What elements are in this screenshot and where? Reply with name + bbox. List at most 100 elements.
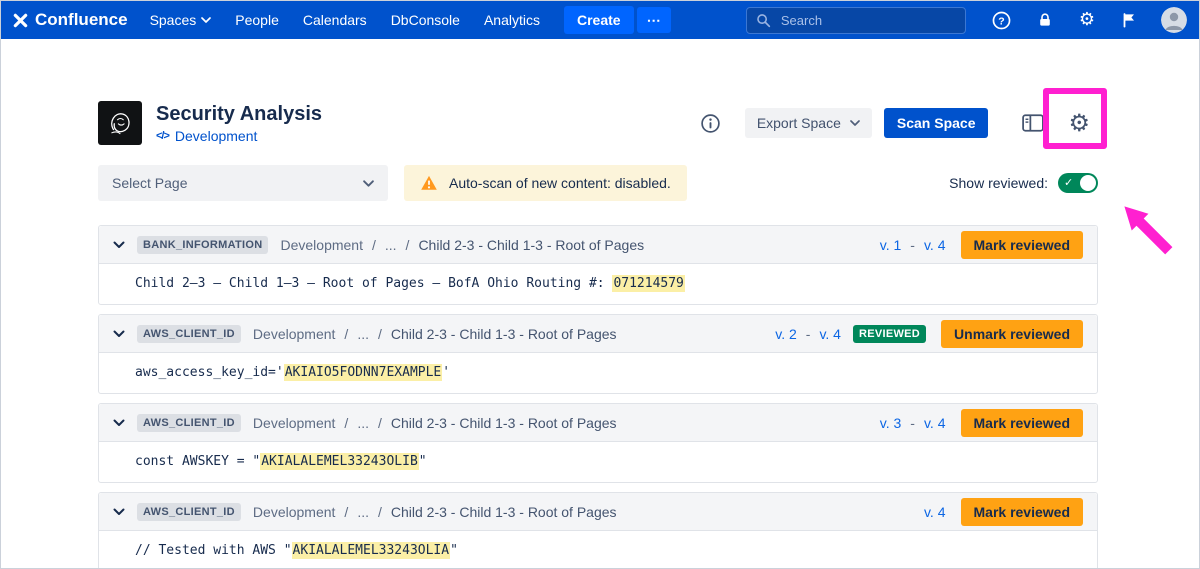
nav-item-dbconsole[interactable]: DbConsole bbox=[391, 12, 460, 28]
space-subtitle: </> Development bbox=[156, 128, 322, 144]
gear-glyph: ⚙ bbox=[1079, 11, 1095, 29]
version-to-link[interactable]: v. 4 bbox=[819, 326, 841, 342]
code-text: ' bbox=[442, 365, 450, 380]
nav-item-calendars[interactable]: Calendars bbox=[303, 12, 367, 28]
finding-type-badge: AWS_CLIENT_ID bbox=[137, 325, 241, 343]
show-reviewed-toggle[interactable]: ✓ bbox=[1058, 173, 1098, 193]
unmark-reviewed-button[interactable]: Unmark reviewed bbox=[941, 320, 1083, 348]
finding-type-badge: AWS_CLIENT_ID bbox=[137, 414, 241, 432]
highlighted-secret: AKIALALEMEL33243OLIA bbox=[292, 542, 451, 559]
breadcrumb-space-link[interactable]: Development bbox=[280, 237, 363, 253]
more-button[interactable]: ⋯ bbox=[637, 7, 671, 33]
breadcrumb-space-link[interactable]: Development bbox=[253, 415, 336, 431]
chevron-down-icon[interactable] bbox=[113, 508, 125, 516]
breadcrumb-page-link[interactable]: Child 2-3 - Child 1-3 - Root of Pages bbox=[391, 415, 617, 431]
chevron-down-icon bbox=[201, 17, 211, 23]
space-avatar[interactable] bbox=[98, 101, 142, 145]
confluence-home-link[interactable]: Confluence bbox=[13, 10, 128, 30]
breadcrumb-separator: / bbox=[378, 504, 382, 520]
show-reviewed-label: Show reviewed: bbox=[949, 175, 1048, 191]
space-link[interactable]: Development bbox=[175, 128, 258, 144]
mark-reviewed-button[interactable]: Mark reviewed bbox=[961, 231, 1084, 259]
finding-code: // Tested with AWS "AKIALALEMEL33243OLIA… bbox=[99, 531, 1097, 569]
breadcrumb-ellipsis[interactable]: ... bbox=[357, 504, 369, 520]
finding-actions: v. 2 - v. 4 REVIEWED Unmark reviewed bbox=[775, 320, 1083, 348]
version-from-link[interactable]: v. 1 bbox=[880, 237, 902, 253]
breadcrumb-ellipsis[interactable]: ... bbox=[357, 415, 369, 431]
highlighted-secret: AKIALALEMEL33243OLIB bbox=[260, 453, 419, 470]
help-icon[interactable]: ? bbox=[992, 11, 1011, 30]
breadcrumb: Development / ... / Child 2-3 - Child 1-… bbox=[253, 326, 617, 342]
finding-header: BANK_INFORMATION Development / ... / Chi… bbox=[99, 226, 1097, 264]
chevron-down-icon bbox=[850, 120, 860, 126]
chevron-down-icon[interactable] bbox=[113, 330, 125, 338]
highlighted-secret: 071214579 bbox=[612, 275, 684, 292]
reviewed-badge: REVIEWED bbox=[853, 325, 926, 343]
page-title: Security Analysis bbox=[156, 103, 322, 125]
breadcrumb-space-link[interactable]: Development bbox=[253, 504, 336, 520]
search-input[interactable] bbox=[779, 12, 956, 29]
breadcrumb: Development / ... / Child 2-3 - Child 1-… bbox=[280, 237, 644, 253]
avatar[interactable] bbox=[1161, 7, 1187, 33]
chevron-down-icon[interactable] bbox=[113, 419, 125, 427]
findings-list: BANK_INFORMATION Development / ... / Chi… bbox=[98, 225, 1098, 569]
nav-item-spaces[interactable]: Spaces bbox=[150, 12, 212, 28]
space-actions: Export Space Scan Space ⚙ bbox=[700, 108, 1098, 138]
mark-reviewed-button[interactable]: Mark reviewed bbox=[961, 498, 1084, 526]
toggle-knob bbox=[1080, 175, 1096, 191]
code-text: const AWSKEY = " bbox=[135, 454, 260, 469]
scan-space-button[interactable]: Scan Space bbox=[884, 108, 989, 138]
code-icon: </> bbox=[156, 130, 169, 142]
finding-card: AWS_CLIENT_ID Development / ... / Child … bbox=[98, 492, 1098, 569]
breadcrumb-ellipsis[interactable]: ... bbox=[357, 326, 369, 342]
nav-right: ? ⚙ bbox=[746, 7, 1187, 34]
finding-card: BANK_INFORMATION Development / ... / Chi… bbox=[98, 225, 1098, 305]
lock-icon[interactable] bbox=[1037, 12, 1053, 28]
breadcrumb-page-link[interactable]: Child 2-3 - Child 1-3 - Root of Pages bbox=[391, 326, 617, 342]
breadcrumb-separator: / bbox=[378, 326, 382, 342]
toolbar-row: Select Page Auto-scan of new content: di… bbox=[98, 165, 1098, 201]
version-from-link[interactable]: v. 3 bbox=[880, 415, 902, 431]
confluence-logo-icon bbox=[13, 13, 28, 28]
finding-header: AWS_CLIENT_ID Development / ... / Child … bbox=[99, 493, 1097, 531]
mark-reviewed-button[interactable]: Mark reviewed bbox=[961, 409, 1084, 437]
version-to-link[interactable]: v. 4 bbox=[924, 504, 946, 520]
finding-card: AWS_CLIENT_ID Development / ... / Child … bbox=[98, 314, 1098, 394]
nav-item-people[interactable]: People bbox=[235, 12, 279, 28]
breadcrumb: Development / ... / Child 2-3 - Child 1-… bbox=[253, 415, 617, 431]
breadcrumb-page-link[interactable]: Child 2-3 - Child 1-3 - Root of Pages bbox=[418, 237, 644, 253]
code-text: " bbox=[419, 454, 427, 469]
nav-item-analytics[interactable]: Analytics bbox=[484, 12, 540, 28]
nav-item-label: Spaces bbox=[150, 12, 197, 28]
finding-type-badge: BANK_INFORMATION bbox=[137, 236, 268, 254]
chevron-down-icon[interactable] bbox=[113, 241, 125, 249]
space-settings-gear-icon[interactable]: ⚙ bbox=[1068, 111, 1090, 135]
flag-icon[interactable] bbox=[1121, 12, 1137, 28]
finding-code: aws_access_key_id='AKIAIO5FODNN7EXAMPLE' bbox=[99, 353, 1097, 393]
search-box bbox=[746, 7, 966, 34]
highlighted-secret: AKIAIO5FODNN7EXAMPLE bbox=[284, 364, 443, 381]
version-dash: - bbox=[910, 237, 915, 253]
finding-actions: v. 1 - v. 4 Mark reviewed bbox=[880, 231, 1083, 259]
breadcrumb-separator: / bbox=[344, 415, 348, 431]
version-to-link[interactable]: v. 4 bbox=[924, 415, 946, 431]
finding-card: AWS_CLIENT_ID Development / ... / Child … bbox=[98, 403, 1098, 483]
create-button[interactable]: Create bbox=[564, 6, 634, 34]
code-text: aws_access_key_id=' bbox=[135, 365, 284, 380]
version-from-link[interactable]: v. 2 bbox=[775, 326, 797, 342]
breadcrumb-space-link[interactable]: Development bbox=[253, 326, 336, 342]
gear-icon[interactable]: ⚙ bbox=[1079, 11, 1095, 29]
info-icon[interactable] bbox=[700, 113, 721, 134]
panel-layout-icon[interactable] bbox=[1022, 114, 1044, 132]
breadcrumb-ellipsis[interactable]: ... bbox=[385, 237, 397, 253]
warning-text: Auto-scan of new content: disabled. bbox=[449, 175, 671, 191]
finding-header: AWS_CLIENT_ID Development / ... / Child … bbox=[99, 315, 1097, 353]
export-space-label: Export Space bbox=[757, 115, 841, 131]
version-to-link[interactable]: v. 4 bbox=[924, 237, 946, 253]
breadcrumb-separator: / bbox=[344, 326, 348, 342]
breadcrumb-page-link[interactable]: Child 2-3 - Child 1-3 - Root of Pages bbox=[391, 504, 617, 520]
export-space-button[interactable]: Export Space bbox=[745, 108, 872, 138]
select-page-dropdown[interactable]: Select Page bbox=[98, 165, 388, 201]
code-text: " bbox=[450, 543, 458, 558]
nav-menu: Spaces People Calendars DbConsole Analyt… bbox=[150, 12, 540, 28]
